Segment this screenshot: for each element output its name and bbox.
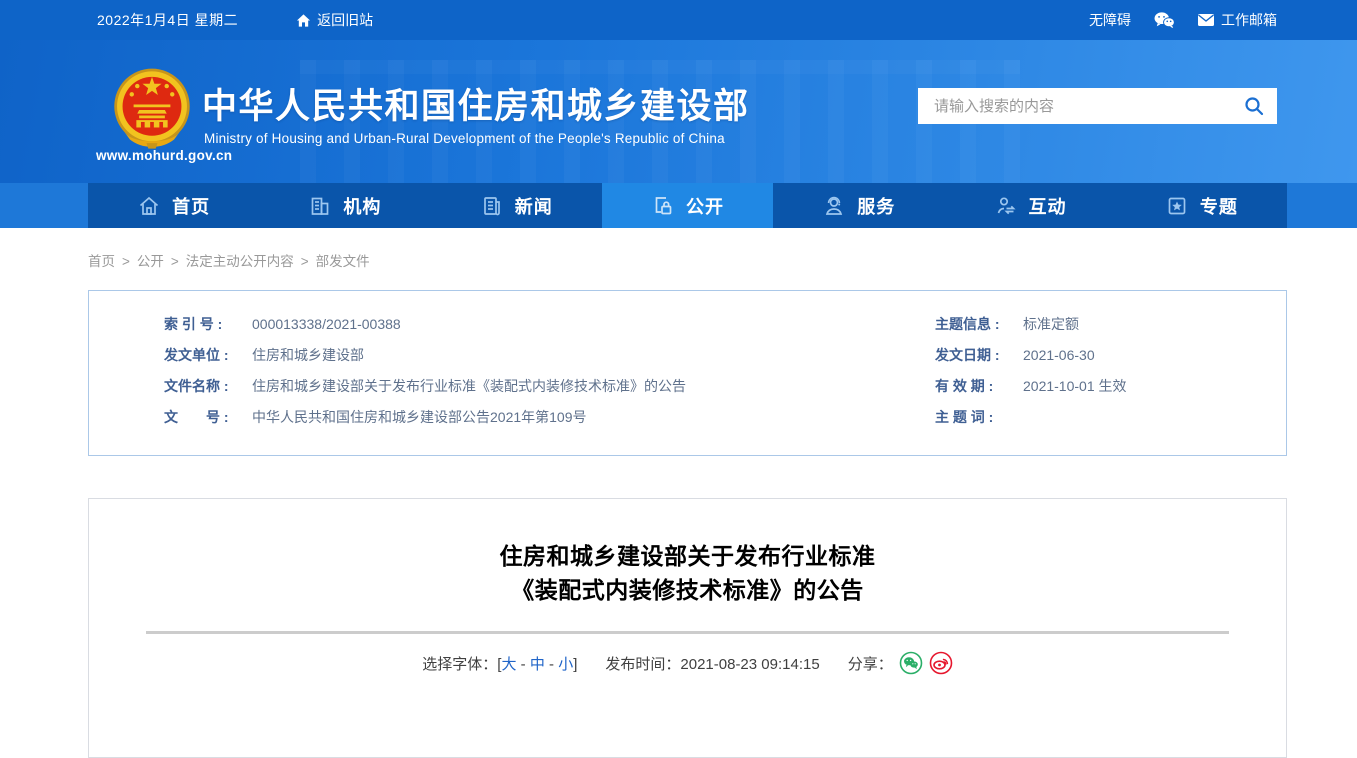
font-size-large[interactable]: 大 — [501, 656, 516, 673]
meta-column-right: 主题信息 : 标准定额 发文日期 : 2021-06-30 有 效 期 : 2021-… — [935, 315, 1286, 439]
back-to-old-site-label: 返回旧站 — [317, 12, 374, 28]
special-topic-icon — [1165, 194, 1189, 218]
title-divider — [146, 631, 1229, 634]
publish-time-label: 发布时间： — [605, 655, 681, 673]
nav-item-home[interactable]: 首页 — [88, 183, 259, 228]
nav-label: 机构 — [343, 196, 382, 217]
meta-value: 标准定额 — [1023, 316, 1079, 332]
article-title-line1: 住房和城乡建设部关于发布行业标准 — [499, 543, 876, 569]
nav-item-disclosure[interactable]: 公开 — [601, 183, 774, 228]
work-mailbox-label: 工作邮箱 — [1221, 12, 1277, 28]
nav-item-organization[interactable]: 机构 — [259, 183, 430, 228]
nav-label: 公开 — [685, 196, 724, 217]
article-title: 住房和城乡建设部关于发布行业标准 《装配式内装修技术标准》的公告 — [89, 539, 1286, 607]
breadcrumb-separator: > — [122, 254, 130, 269]
wechat-icon[interactable] — [1153, 11, 1175, 29]
nav-label: 互动 — [1028, 196, 1067, 217]
breadcrumb-statutory-content[interactable]: 法定主动公开内容 — [186, 254, 294, 269]
publish-time: 发布时间：2021-08-23 09:14:15 — [605, 653, 819, 674]
search-input[interactable] — [932, 96, 1243, 116]
news-icon — [480, 194, 504, 218]
organization-icon — [308, 194, 332, 218]
meta-label: 主题信息 : — [935, 316, 1000, 332]
mail-icon — [1197, 13, 1215, 27]
main-navigation: 首页 机构 新闻 公开 服务 互动 专题 — [0, 183, 1357, 228]
site-url: www.mohurd.gov.cn — [96, 148, 233, 163]
site-title: 中华人民共和国住房和城乡建设部 — [202, 87, 750, 126]
meta-value: 2021-10-01 生效 — [1023, 378, 1127, 394]
font-size-picker: 选择字体：[大 - 中 - 小] — [422, 653, 577, 674]
disclosure-icon — [651, 194, 675, 218]
meta-row-keywords: 主 题 词 : — [935, 408, 1286, 426]
meta-value: 住房和城乡建设部 — [252, 347, 364, 363]
nav-label: 新闻 — [514, 196, 553, 217]
meta-label: 主 题 词 : — [935, 409, 994, 425]
article-title-line2: 《装配式内装修技术标准》的公告 — [511, 577, 864, 603]
home-icon — [137, 194, 161, 218]
work-mailbox-link[interactable]: 工作邮箱 — [1197, 10, 1277, 30]
share-bar: 分享： — [848, 651, 953, 675]
nav-label: 首页 — [172, 196, 211, 217]
meta-row-topic-info: 主题信息 : 标准定额 — [935, 315, 1286, 333]
accessibility-label: 无障碍 — [1089, 12, 1131, 28]
meta-row-index-number: 索 引 号 : 000013338/2021-00388 — [164, 315, 935, 333]
meta-label: 发文日期 : — [935, 347, 1000, 363]
nav-item-news[interactable]: 新闻 — [431, 183, 602, 228]
meta-label: 文件名称 : — [164, 378, 229, 394]
meta-label: 有 效 期 : — [935, 378, 994, 394]
meta-row-issuing-unit: 发文单位 : 住房和城乡建设部 — [164, 346, 935, 364]
article-box: 住房和城乡建设部关于发布行业标准 《装配式内装修技术标准》的公告 选择字体：[大… — [88, 498, 1287, 758]
nav-item-special-topic[interactable]: 专题 — [1116, 183, 1287, 228]
top-utility-bar: 2022年1月4日 星期二 返回旧站 无障碍 工作邮箱 — [0, 0, 1357, 40]
document-meta-box: 索 引 号 : 000013338/2021-00388 发文单位 : 住房和城乡建… — [88, 290, 1287, 456]
site-subtitle-english: Ministry of Housing and Urban-Rural Deve… — [204, 131, 725, 146]
national-emblem — [114, 68, 190, 149]
interaction-icon — [994, 194, 1018, 218]
breadcrumb-disclosure[interactable]: 公开 — [137, 254, 164, 269]
publish-time-value: 2021-08-23 09:14:15 — [680, 655, 820, 673]
share-label: 分享： — [847, 655, 893, 673]
home-icon — [296, 13, 311, 28]
separator: - — [544, 655, 559, 673]
meta-column-left: 索 引 号 : 000013338/2021-00388 发文单位 : 住房和城乡建… — [89, 315, 935, 439]
breadcrumb-home[interactable]: 首页 — [88, 254, 115, 269]
meta-value: 2021-06-30 — [1023, 347, 1095, 363]
meta-row-issue-date: 发文日期 : 2021-06-30 — [935, 346, 1286, 364]
search-icon — [1245, 97, 1264, 116]
weibo-share-icon[interactable] — [929, 651, 953, 675]
separator: - — [516, 655, 530, 673]
nav-item-service[interactable]: 服务 — [773, 183, 944, 228]
meta-value: 000013338/2021-00388 — [252, 316, 401, 332]
search-button[interactable] — [1243, 95, 1265, 117]
breadcrumb-ministry-documents[interactable]: 部发文件 — [316, 254, 370, 269]
nav-label: 服务 — [857, 196, 896, 217]
meta-value: 中华人民共和国住房和城乡建设部公告2021年第109号 — [252, 409, 587, 425]
current-date: 2022年1月4日 星期二 — [97, 12, 239, 28]
nav-item-interaction[interactable]: 互动 — [944, 183, 1115, 228]
meta-row-document-number: 文 号 : 中华人民共和国住房和城乡建设部公告2021年第109号 — [164, 408, 935, 426]
meta-label: 文 号 : — [164, 409, 229, 425]
meta-row-document-title: 文件名称 : 住房和城乡建设部关于发布行业标准《装配式内装修技术标准》的公告 — [164, 377, 935, 395]
meta-value: 住房和城乡建设部关于发布行业标准《装配式内装修技术标准》的公告 — [252, 378, 686, 394]
meta-row-effective-date: 有 效 期 : 2021-10-01 生效 — [935, 377, 1286, 395]
article-meta-bar: 选择字体：[大 - 中 - 小] 发布时间：2021-08-23 09:14:1… — [89, 651, 1286, 675]
masthead: www.mohurd.gov.cn 中华人民共和国住房和城乡建设部 Minist… — [0, 40, 1357, 183]
breadcrumb-separator: > — [170, 254, 179, 269]
breadcrumb: 首页 > 公开 > 法定主动公开内容 > 部发文件 — [88, 250, 1357, 270]
font-size-small[interactable]: 小 — [558, 656, 573, 673]
wechat-share-icon[interactable] — [899, 651, 923, 675]
font-size-medium[interactable]: 中 — [530, 656, 545, 673]
meta-label: 索 引 号 : — [164, 316, 223, 332]
font-picker-label: 选择字体： — [422, 655, 498, 673]
meta-label: 发文单位 : — [164, 347, 229, 363]
breadcrumb-separator: > — [300, 254, 309, 269]
nav-label: 专题 — [1199, 196, 1238, 217]
bracket: ] — [573, 655, 578, 673]
back-to-old-site-link[interactable]: 返回旧站 — [296, 10, 373, 30]
service-icon — [822, 194, 846, 218]
search-box — [918, 88, 1277, 124]
accessibility-link[interactable]: 无障碍 — [1089, 10, 1131, 30]
